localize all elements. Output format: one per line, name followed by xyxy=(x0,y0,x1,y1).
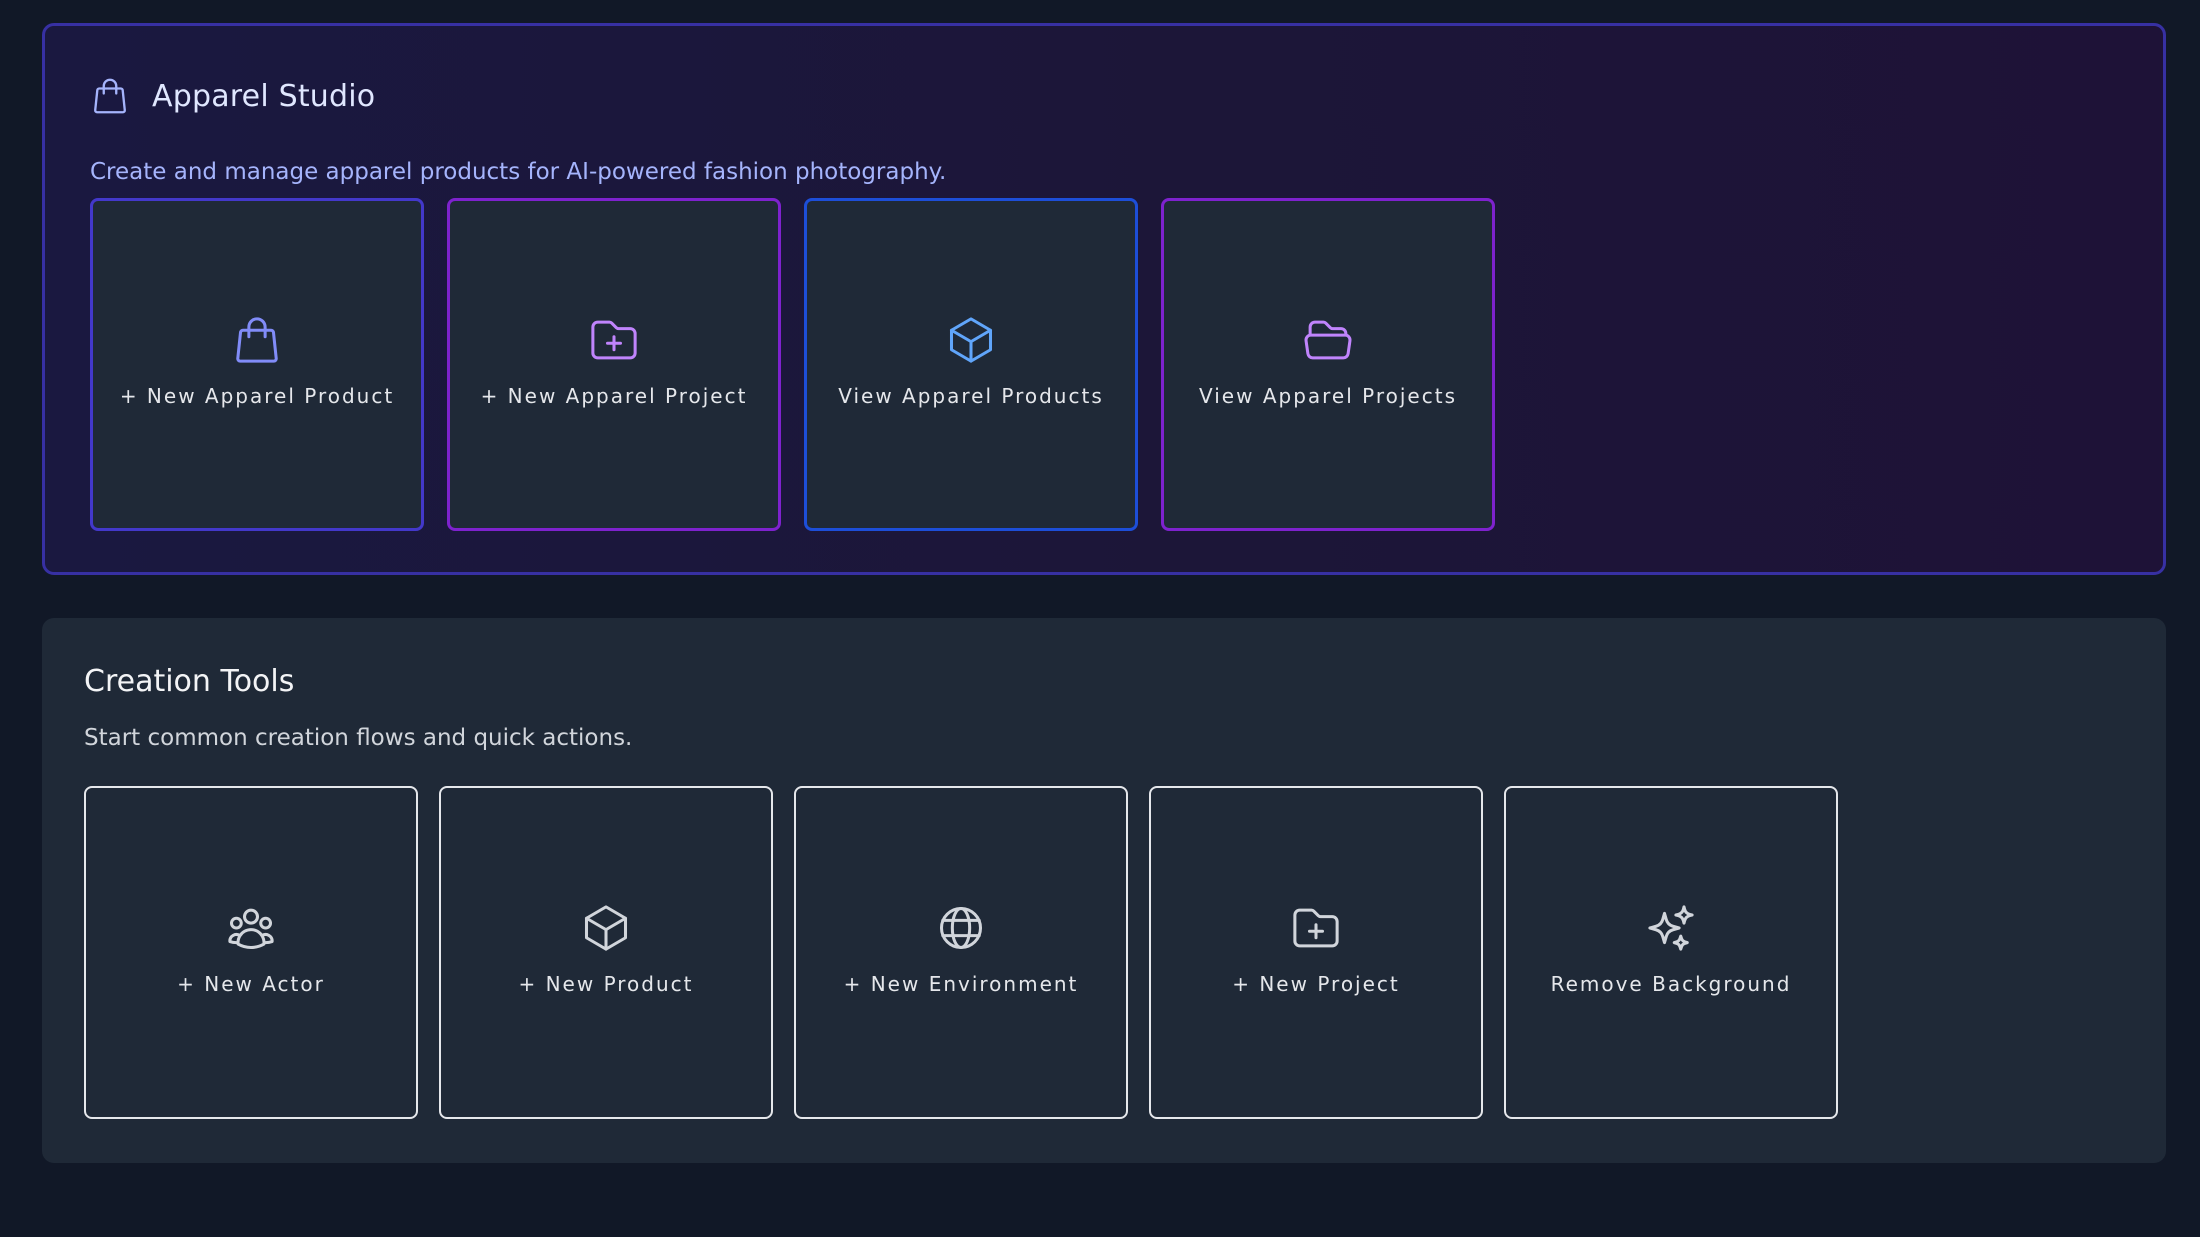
globe-icon xyxy=(939,906,983,949)
new-apparel-product-button[interactable]: + New Apparel Product xyxy=(90,198,424,531)
new-environment-button[interactable]: + New Environment xyxy=(794,786,1128,1119)
folder-open-icon xyxy=(1304,320,1352,359)
apparel-studio-header: Apparel Studio xyxy=(90,74,375,118)
shopping-bag-icon xyxy=(94,78,126,114)
card-label: View Apparel Products xyxy=(838,383,1104,408)
card-label: + New Apparel Project xyxy=(480,383,748,408)
apparel-card-list: + New Apparel Product + New Apparel Proj… xyxy=(90,198,1495,531)
card-label: View Apparel Projects xyxy=(1199,383,1457,408)
creation-card-list: + New Actor + New Product + New Environm… xyxy=(84,786,1838,1119)
page: Apparel Studio Create and manage apparel… xyxy=(0,0,2200,1237)
shopping-bag-icon xyxy=(236,316,278,363)
new-apparel-project-button[interactable]: + New Apparel Project xyxy=(447,198,781,531)
users-icon xyxy=(228,908,274,949)
cube-icon xyxy=(584,904,628,951)
creation-tools-description: Start common creation flows and quick ac… xyxy=(84,725,633,751)
card-label: + New Actor xyxy=(177,971,325,996)
card-label: + New Product xyxy=(518,971,694,996)
apparel-studio-title: Apparel Studio xyxy=(152,78,376,114)
apparel-studio-description: Create and manage apparel products for A… xyxy=(90,159,947,185)
new-actor-button[interactable]: + New Actor xyxy=(84,786,418,1119)
sparkles-icon xyxy=(1648,904,1694,951)
creation-tools-title: Creation Tools xyxy=(84,664,295,699)
folder-plus-icon xyxy=(1293,908,1339,947)
remove-background-button[interactable]: Remove Background xyxy=(1504,786,1838,1119)
apparel-studio-section: Apparel Studio Create and manage apparel… xyxy=(42,23,2166,575)
new-project-button[interactable]: + New Project xyxy=(1149,786,1483,1119)
new-product-button[interactable]: + New Product xyxy=(439,786,773,1119)
view-apparel-projects-button[interactable]: View Apparel Projects xyxy=(1161,198,1495,531)
card-label: + New Environment xyxy=(843,971,1079,996)
card-label: + New Apparel Product xyxy=(119,383,395,408)
cube-icon xyxy=(949,316,993,363)
folder-plus-icon xyxy=(591,320,637,359)
view-apparel-products-button[interactable]: View Apparel Products xyxy=(804,198,1138,531)
card-label: Remove Background xyxy=(1550,971,1792,996)
card-label: + New Project xyxy=(1232,971,1400,996)
creation-tools-section: Creation Tools Start common creation flo… xyxy=(42,618,2166,1163)
